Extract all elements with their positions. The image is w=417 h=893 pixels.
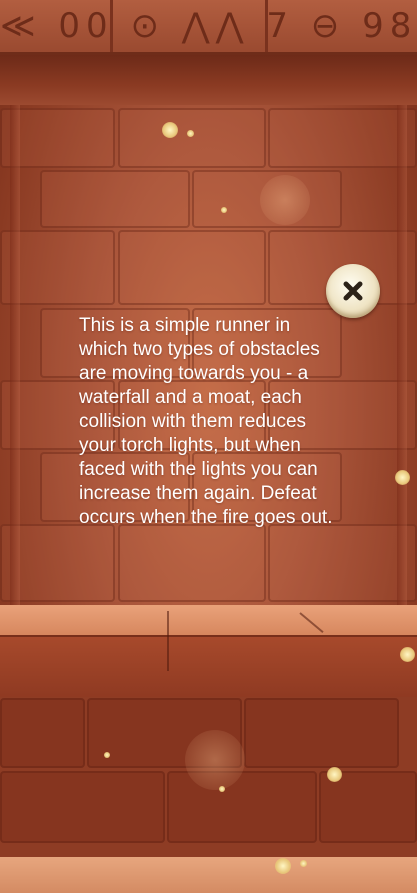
ember-glow <box>260 175 310 225</box>
wall-brick <box>118 108 266 168</box>
ember-spark <box>104 752 110 758</box>
ember-spark <box>162 122 178 138</box>
wall-brick <box>268 108 417 168</box>
game-description-text: This is a simple runner in which two typ… <box>79 315 333 528</box>
ember-spark <box>219 786 225 792</box>
ledge-crack <box>167 611 169 671</box>
ember-spark <box>327 767 342 782</box>
lower-brick <box>0 771 165 843</box>
floor-bottom <box>0 857 417 893</box>
frieze-divider <box>110 0 113 52</box>
lower-brick <box>244 698 399 768</box>
floor-ledge-face <box>0 635 417 697</box>
lower-brick <box>167 771 317 843</box>
wall-brick <box>118 230 266 305</box>
close-icon <box>343 281 363 301</box>
ledge-edge <box>0 635 417 637</box>
game-scene: ≪ 00 ⊙ ⋀⋀ 7 ⊖ 98 ⊐ ⊓ This is <box>0 0 417 893</box>
ember-spark <box>187 130 194 137</box>
ember-spark <box>395 470 410 485</box>
ember-glow <box>185 730 245 790</box>
floor-ledge-top <box>0 605 417 635</box>
right-pillar <box>397 105 407 605</box>
frieze-divider <box>265 0 268 52</box>
lower-brick <box>0 698 85 768</box>
stone-lintel <box>0 55 417 105</box>
wall-brick <box>118 524 266 602</box>
ember-spark <box>221 207 227 213</box>
wall-brick <box>40 170 190 228</box>
hieroglyph-frieze: ≪ 00 ⊙ ⋀⋀ 7 ⊖ 98 ⊐ ⊓ <box>0 0 417 55</box>
ember-spark <box>300 860 307 867</box>
hieroglyph-carvings: ≪ 00 ⊙ ⋀⋀ 7 ⊖ 98 ⊐ ⊓ <box>0 6 417 46</box>
close-button[interactable] <box>326 264 380 318</box>
ember-spark <box>275 858 291 874</box>
left-pillar <box>10 105 20 605</box>
ember-spark <box>400 647 415 662</box>
wall-brick <box>268 524 417 602</box>
